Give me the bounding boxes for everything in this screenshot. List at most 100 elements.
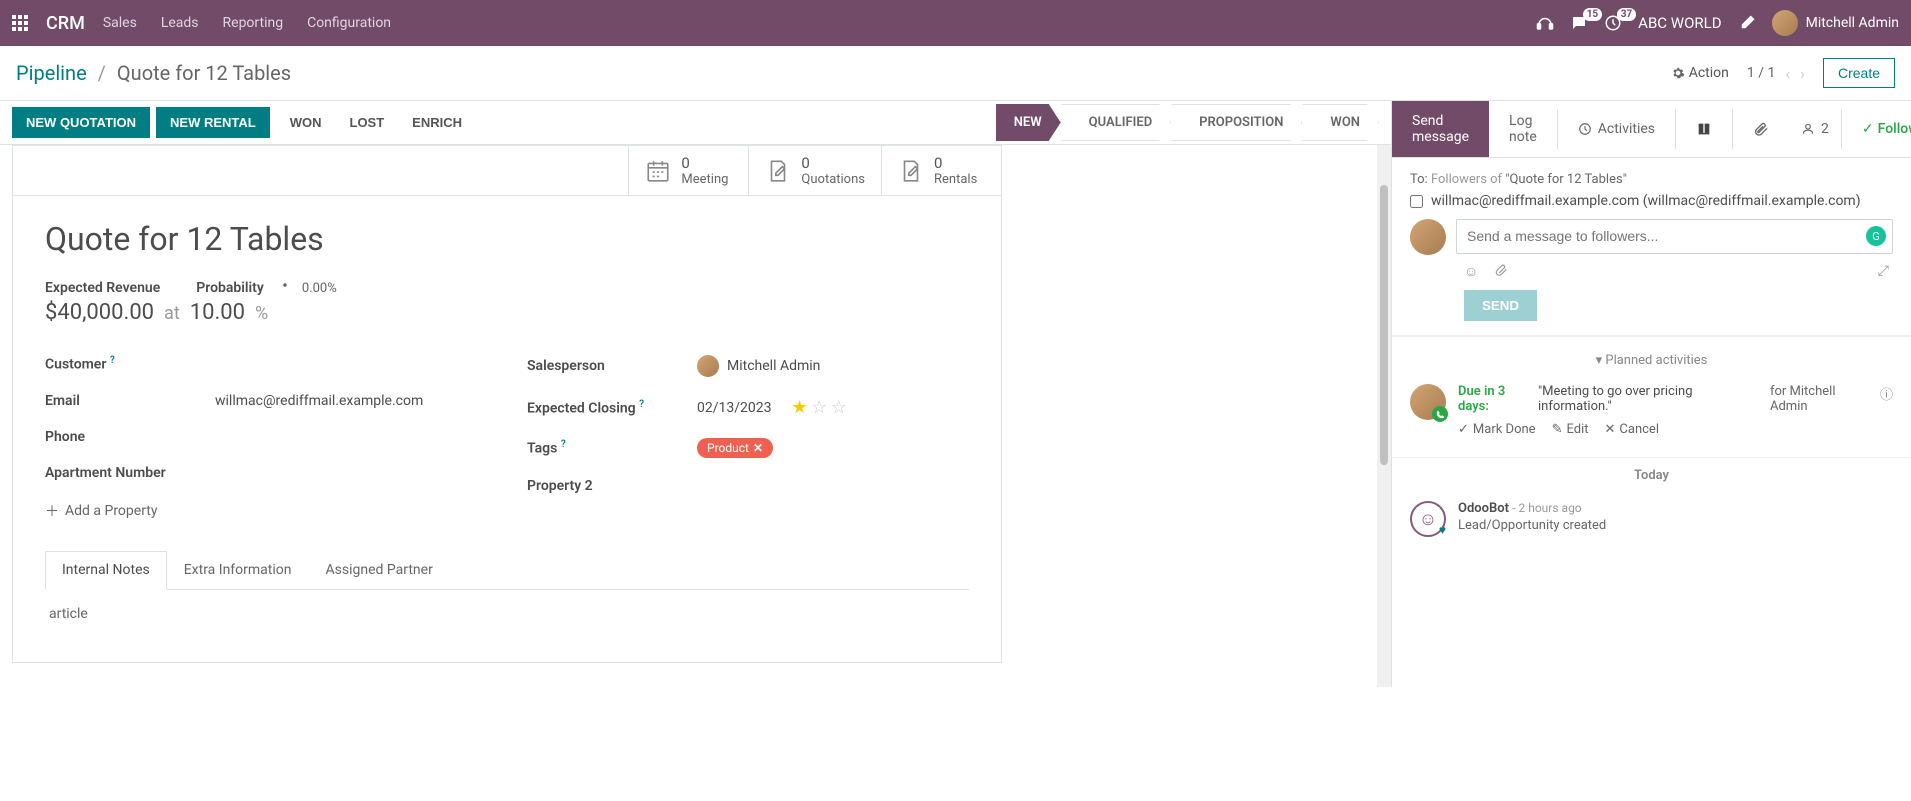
knowledge-button[interactable] (1675, 109, 1732, 149)
expand-icon[interactable]: ⤢ (1878, 263, 1889, 280)
nav-sales[interactable]: Sales (103, 15, 137, 31)
salesperson-value[interactable]: Mitchell Admin (697, 355, 969, 377)
attachment-button[interactable] (1732, 109, 1789, 149)
enrich-button[interactable]: ENRICH (398, 107, 476, 138)
edit-doc-icon (898, 158, 924, 184)
at-label: at (164, 303, 180, 324)
apt-label: Apartment Number (45, 465, 215, 481)
tab-assigned-partner[interactable]: Assigned Partner (309, 551, 450, 589)
stage-new[interactable]: NEW (996, 104, 1061, 141)
stat-rentals[interactable]: 0Rentals (881, 146, 1001, 195)
pager-value[interactable]: 1 / 1 (1747, 65, 1775, 81)
planned-activities-header[interactable]: ▾ Planned activities (1392, 347, 1911, 374)
stat-quotations[interactable]: 0Quotations (748, 146, 881, 195)
phone-badge-icon (1432, 406, 1448, 422)
message-time: - 2 hours ago (1512, 501, 1581, 515)
nav-leads[interactable]: Leads (161, 15, 199, 31)
edit-activity-button[interactable]: ✎Edit (1552, 422, 1589, 437)
emoji-icon[interactable]: ☺ (1464, 263, 1478, 280)
status-bar: NEW QUOTATION NEW RENTAL WON LOST ENRICH… (0, 101, 1391, 145)
create-button[interactable]: Create (1823, 58, 1895, 88)
breadcrumb-current: Quote for 12 Tables (117, 61, 291, 85)
new-rental-button[interactable]: NEW RENTAL (156, 107, 270, 138)
compose-text-field[interactable] (1467, 228, 1882, 244)
tags-label: Tags (527, 441, 557, 457)
new-quotation-button[interactable]: NEW QUOTATION (12, 107, 150, 138)
to-sub: Followers of (1431, 172, 1502, 187)
activity-icon[interactable]: 37 (1604, 14, 1622, 32)
discuss-badge: 15 (1583, 8, 1602, 21)
tools-icon[interactable] (1738, 14, 1756, 32)
probability-value[interactable]: 10.00 (190, 300, 245, 325)
nav-configuration[interactable]: Configuration (307, 15, 391, 31)
following-button[interactable]: ✓ Following (1841, 109, 1911, 149)
log-note-tab[interactable]: Log note (1489, 101, 1557, 157)
priority-star-1[interactable]: ★ (792, 397, 808, 418)
nav-reporting[interactable]: Reporting (223, 15, 284, 31)
probability-pct: 0.00% (302, 281, 337, 296)
priority-star-3[interactable]: ☆ (831, 397, 847, 418)
activity-item: Due in 3 days: "Meeting to go over prici… (1392, 374, 1911, 447)
bot-avatar-icon: ☺ ♥ (1410, 501, 1446, 537)
stage-proposition[interactable]: PROPOSITION (1171, 104, 1302, 141)
breadcrumb-sep: / (98, 61, 106, 85)
priority-star-2[interactable]: ☆ (811, 397, 827, 418)
attach-icon[interactable] (1494, 263, 1508, 280)
gear-icon[interactable] (278, 278, 292, 292)
help-icon[interactable]: ? (110, 355, 115, 366)
probability-label: Probability (196, 280, 264, 296)
scrollbar[interactable] (1377, 145, 1391, 687)
stage-won[interactable]: WON (1302, 104, 1379, 141)
discuss-icon[interactable]: 15 (1570, 14, 1588, 32)
won-button[interactable]: WON (276, 107, 336, 138)
company-name[interactable]: ABC WORLD (1638, 14, 1721, 32)
followers-count[interactable]: 2 (1821, 121, 1829, 137)
customer-label: Customer (45, 357, 106, 373)
tag-product[interactable]: Product ✕ (697, 438, 773, 458)
record-title[interactable]: Quote for 12 Tables (45, 220, 969, 258)
gear-icon (1671, 66, 1685, 80)
book-icon (1696, 121, 1712, 137)
close-icon: ✕ (1605, 422, 1616, 437)
pct-sign: % (255, 303, 268, 324)
check-icon: ✓ (1862, 121, 1874, 137)
expected-revenue-value[interactable]: $40,000.00 (45, 300, 154, 325)
help-icon[interactable]: ? (561, 439, 566, 450)
help-icon[interactable]: ? (639, 399, 644, 410)
mark-done-button[interactable]: ✓Mark Done (1458, 422, 1536, 437)
pager-prev[interactable]: ‹ (1785, 64, 1790, 83)
cancel-activity-button[interactable]: ✕Cancel (1605, 422, 1659, 437)
activities-tab[interactable]: Activities (1557, 109, 1675, 149)
stage-qualified[interactable]: QUALIFIED (1061, 104, 1172, 141)
pager-next[interactable]: › (1800, 64, 1805, 83)
info-icon[interactable]: ⓘ (1880, 384, 1893, 414)
message-content: Lead/Opportunity created (1458, 518, 1606, 533)
user-menu[interactable]: Mitchell Admin (1772, 10, 1899, 36)
message-item: ☺ ♥ OdooBot - 2 hours ago Lead/Opportuni… (1392, 493, 1911, 545)
salesperson-label: Salesperson (527, 358, 697, 374)
email-value[interactable]: willmac@rediffmail.example.com (215, 393, 487, 409)
stage-bar: NEW QUALIFIED PROPOSITION WON (996, 104, 1379, 141)
send-button[interactable]: SEND (1464, 290, 1537, 321)
caret-down-icon: ▾ (1596, 353, 1603, 368)
action-dropdown[interactable]: Action (1671, 65, 1729, 81)
composer: To: Followers of "Quote for 12 Tables" w… (1392, 158, 1911, 336)
today-header: Today (1392, 458, 1911, 493)
compose-input[interactable]: G (1456, 219, 1893, 254)
stat-meeting[interactable]: 0Meeting (628, 146, 748, 195)
lost-button[interactable]: LOST (336, 107, 399, 138)
tab-content-notes[interactable]: article (45, 590, 969, 638)
app-brand[interactable]: CRM (46, 13, 85, 34)
tab-extra-info[interactable]: Extra Information (167, 551, 309, 589)
grammarly-icon[interactable]: G (1866, 226, 1886, 246)
apps-icon[interactable] (12, 15, 28, 31)
closing-value[interactable]: 02/13/2023 (697, 400, 772, 416)
tag-remove-icon[interactable]: ✕ (753, 441, 763, 455)
send-message-tab[interactable]: Send message (1392, 101, 1489, 157)
clock-icon (1578, 122, 1592, 136)
support-icon[interactable] (1536, 14, 1554, 32)
recipient-checkbox[interactable] (1410, 195, 1423, 208)
tab-internal-notes[interactable]: Internal Notes (45, 551, 167, 590)
add-property-button[interactable]: ＋ Add a Property (45, 501, 487, 521)
breadcrumb-root[interactable]: Pipeline (16, 61, 87, 85)
